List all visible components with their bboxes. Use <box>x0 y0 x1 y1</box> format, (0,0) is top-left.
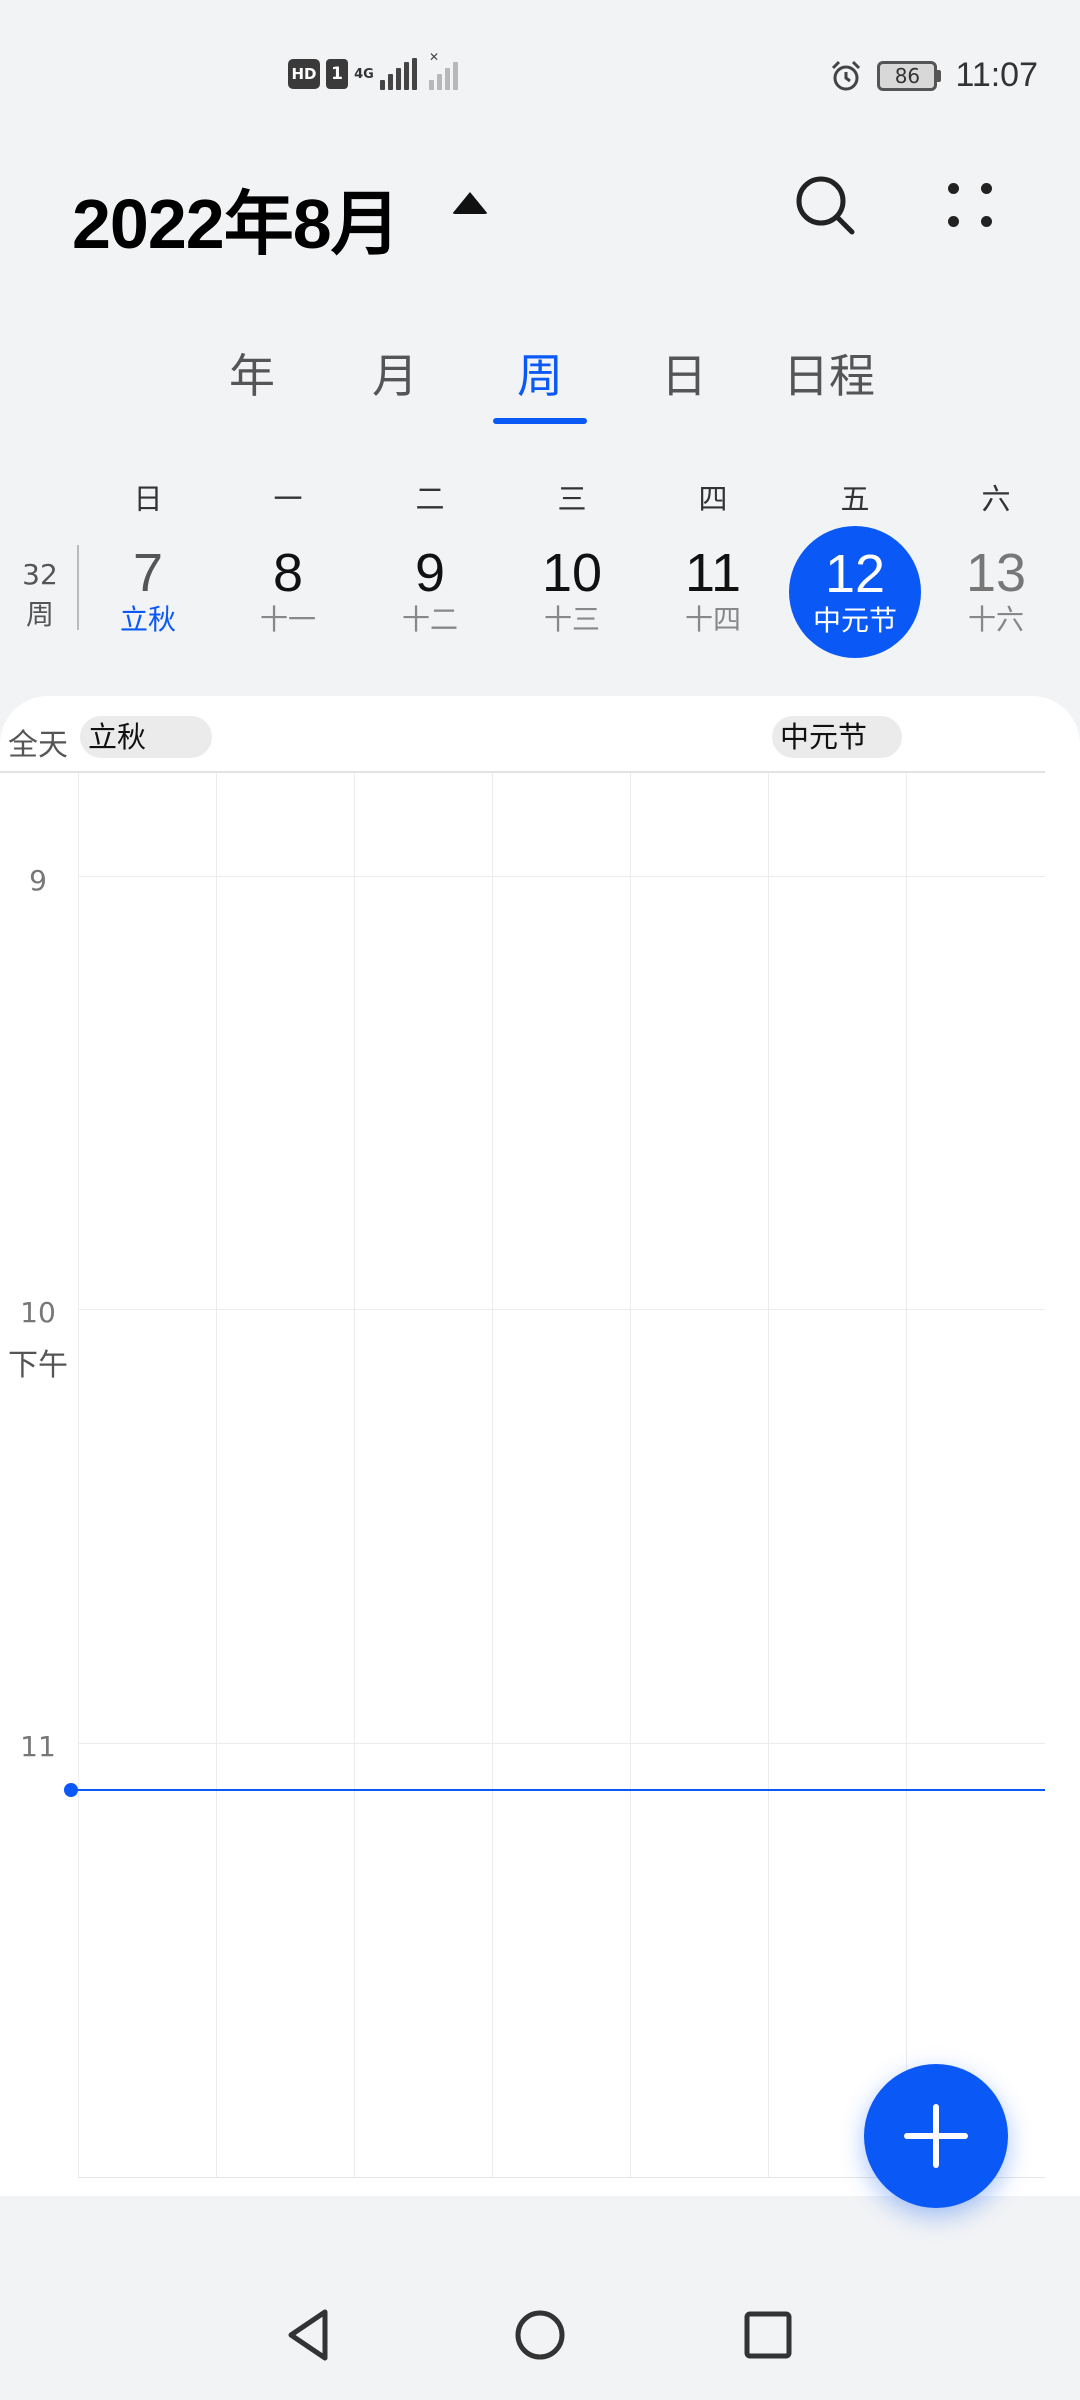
day-number: 12 <box>824 544 886 604</box>
day-cell-thu[interactable]: 11 十四 <box>643 545 783 637</box>
month-title[interactable]: 2022年8月 <box>72 168 401 269</box>
current-time-line <box>70 1789 1045 1791</box>
system-nav-bar <box>0 2260 1080 2400</box>
day-number: 10 <box>541 543 603 603</box>
all-day-event[interactable]: 立秋 <box>80 716 212 758</box>
status-left: HD 1 4G <box>288 50 458 90</box>
add-event-button[interactable] <box>864 2064 1008 2208</box>
active-tab-indicator <box>493 418 587 424</box>
weekday-label: 日 <box>133 482 163 516</box>
weekday-label: 六 <box>981 482 1011 516</box>
weekday-label: 三 <box>557 482 587 516</box>
signal-no-service-icon <box>429 50 458 90</box>
more-options-icon[interactable] <box>935 175 1005 245</box>
status-bar: HD 1 4G 86 11:07 <box>0 0 1080 150</box>
recents-icon[interactable] <box>733 2300 803 2370</box>
search-icon[interactable] <box>790 170 860 240</box>
day-lunar: 十二 <box>401 603 458 636</box>
week-number: 32 周 <box>12 555 68 635</box>
hd-voice-icon: HD <box>288 59 320 89</box>
day-cell-wed[interactable]: 10 十三 <box>502 545 642 637</box>
day-lunar: 立秋 <box>119 603 176 636</box>
tab-day[interactable]: 日 <box>614 340 754 406</box>
day-cell-tue[interactable]: 9 十二 <box>360 545 500 637</box>
network-type-label: 4G <box>354 66 374 82</box>
status-right: 86 11:07 <box>829 56 1038 95</box>
day-number: 11 <box>684 543 742 603</box>
weekday-label: 二 <box>415 482 445 516</box>
day-cell-fri-today[interactable]: 12 中元节 <box>789 526 921 658</box>
signal-strength-icon <box>380 58 417 90</box>
clock-time: 11:07 <box>955 56 1038 94</box>
day-cell-mon[interactable]: 8 十一 <box>218 545 358 637</box>
sim-indicator: 1 <box>326 59 348 89</box>
day-number: 7 <box>132 543 164 603</box>
day-lunar: 十一 <box>259 603 316 636</box>
period-label: 下午 <box>8 1348 68 1383</box>
view-tabs: 年 月 周 日 日程 <box>0 340 1080 430</box>
battery-icon: 86 <box>877 60 942 91</box>
hour-label: 10 <box>20 1296 56 1329</box>
home-icon[interactable] <box>505 2300 575 2370</box>
day-number: 8 <box>272 543 304 603</box>
day-number: 13 <box>965 543 1027 603</box>
tab-schedule[interactable]: 日程 <box>759 340 899 406</box>
day-number: 9 <box>414 543 446 603</box>
week-grid-panel: 全天 立秋 中元节 9 10 下午 11 <box>0 696 1080 2196</box>
day-lunar: 十三 <box>543 603 600 636</box>
week-number-value: 32 <box>22 558 58 591</box>
time-grid[interactable] <box>78 773 1045 2178</box>
tab-month[interactable]: 月 <box>325 340 465 406</box>
battery-level: 86 <box>877 60 938 91</box>
hour-label: 9 <box>29 864 47 897</box>
all-day-label: 全天 <box>8 728 68 763</box>
caret-up-icon[interactable] <box>452 192 488 214</box>
alarm-icon <box>832 60 861 90</box>
day-cell-sun[interactable]: 7 立秋 <box>78 545 218 637</box>
tab-week[interactable]: 周 <box>470 340 610 406</box>
weekday-label: 一 <box>273 482 303 516</box>
all-day-event[interactable]: 中元节 <box>772 716 902 758</box>
day-cell-sat[interactable]: 13 十六 <box>926 545 1066 637</box>
tab-year[interactable]: 年 <box>182 340 322 406</box>
week-number-unit: 周 <box>25 598 54 631</box>
day-lunar: 十四 <box>684 603 741 636</box>
hour-label: 11 <box>20 1730 56 1763</box>
weekday-label: 四 <box>698 482 728 516</box>
day-lunar: 十六 <box>967 603 1024 636</box>
back-icon[interactable] <box>275 2300 345 2370</box>
day-lunar: 中元节 <box>812 604 897 637</box>
weekday-label: 五 <box>840 482 870 516</box>
